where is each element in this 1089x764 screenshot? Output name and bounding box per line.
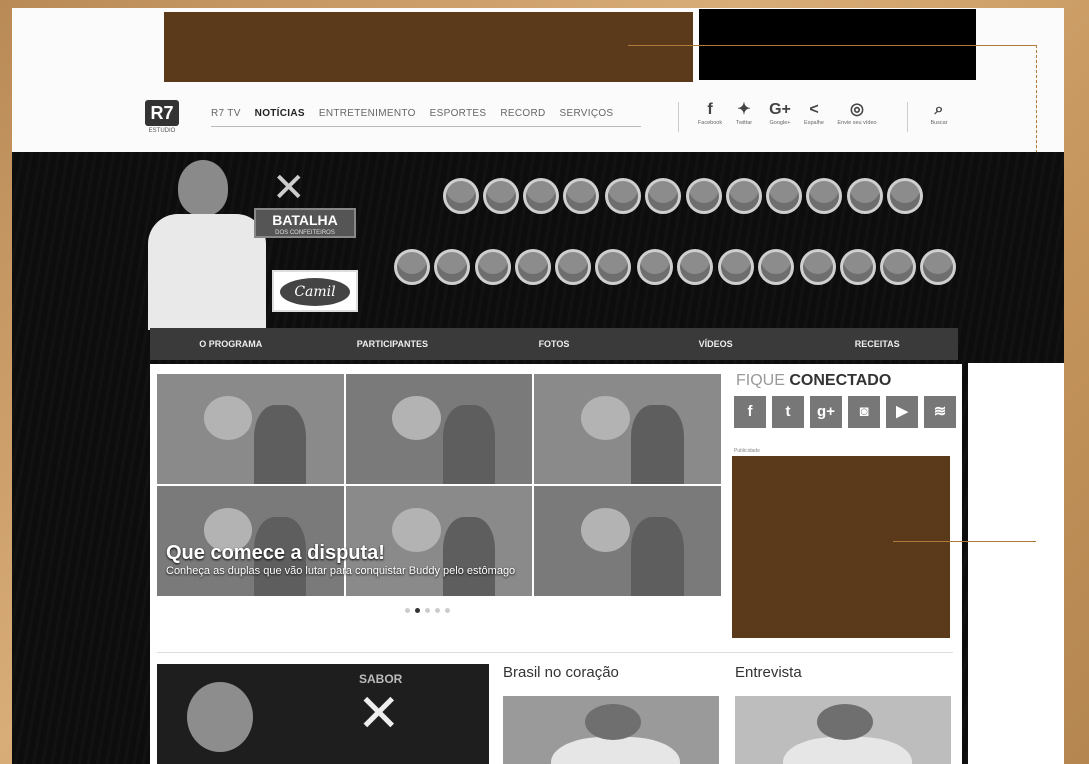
nav-link-entretenimento[interactable]: ENTRETENIMENTO: [319, 108, 416, 119]
nav-separator-2: [907, 102, 908, 132]
slider-dot[interactable]: [435, 608, 440, 613]
logo-subtitle: ESTUDIO: [148, 128, 176, 134]
contestant-avatar[interactable]: [637, 249, 673, 285]
contestant-avatar[interactable]: [394, 249, 430, 285]
video-icon: ◎: [850, 101, 864, 118]
tab-participantes[interactable]: PARTICIPANTES: [312, 328, 474, 360]
contestant-avatar[interactable]: [645, 178, 681, 214]
contestant-avatar[interactable]: [758, 249, 794, 285]
contestant-avatar[interactable]: [686, 178, 722, 214]
slider-photo: [157, 374, 344, 484]
slider-headline: Que comece a disputa!: [166, 542, 385, 564]
nav-link-r7tv[interactable]: R7 TV: [211, 108, 241, 119]
nav-links: R7 TV NOTÍCIAS ENTRETENIMENTO ESPORTES R…: [211, 108, 613, 119]
sponsor-name: Camil: [280, 278, 350, 306]
contestant-avatar[interactable]: [515, 249, 551, 285]
top-navigation: R7 ESTUDIO R7 TV NOTÍCIAS ENTRETENIMENTO…: [145, 98, 960, 140]
fique-conectado-heading: FIQUE CONECTADO: [736, 372, 892, 389]
nav-underline: [211, 126, 641, 127]
contestant-avatar[interactable]: [677, 249, 713, 285]
contestant-avatar[interactable]: [726, 178, 762, 214]
card-title: Brasil no coração: [503, 664, 619, 681]
slider-dot[interactable]: [445, 608, 450, 613]
slider-photo: [157, 486, 344, 596]
contestant-avatar[interactable]: [847, 178, 883, 214]
slider-subline: Conheça as duplas que vão lutar para con…: [166, 565, 516, 577]
ad-label: Publicidade: [734, 448, 760, 454]
section-navigation: O PROGRAMA PARTICIPANTES FOTOS VÍDEOS RE…: [150, 328, 958, 360]
show-logo[interactable]: ✕ BATALHA DOS CONFEITEIROS: [240, 168, 370, 258]
show-subtitle: DOS CONFEITEIROS: [275, 230, 335, 236]
sabor-badge: SABOR: [359, 672, 403, 686]
contestant-avatar[interactable]: [718, 249, 754, 285]
slider-caption[interactable]: Que comece a disputa! Conheça as duplas …: [166, 542, 515, 577]
contestant-avatar[interactable]: [595, 249, 631, 285]
guide-line-ad: [893, 541, 1036, 542]
youtube-icon[interactable]: ▶: [886, 396, 918, 428]
slider-photo: [534, 486, 721, 596]
nav-separator: [678, 102, 679, 132]
contestant-avatar[interactable]: [475, 249, 511, 285]
card-image: [503, 696, 719, 764]
tab-videos[interactable]: VÍDEOS: [635, 328, 797, 360]
top-banner-ad: [164, 12, 693, 82]
right-margin-panel: [968, 363, 1064, 764]
contestant-avatar[interactable]: [806, 178, 842, 214]
slider-pagination: [405, 608, 450, 613]
slider-photo: [345, 374, 533, 484]
card-title: Entrevista: [735, 664, 802, 681]
divider: [157, 652, 953, 653]
googleplus-icon[interactable]: g+: [810, 396, 842, 428]
share-button[interactable]: < Espalhe: [792, 100, 836, 126]
contestant-avatar[interactable]: [483, 178, 519, 214]
rss-icon[interactable]: ≋: [924, 396, 956, 428]
contestant-avatar[interactable]: [880, 249, 916, 285]
tab-fotos[interactable]: FOTOS: [473, 328, 635, 360]
twitter-icon[interactable]: t: [772, 396, 804, 428]
card-image: [735, 696, 951, 764]
contestant-avatar[interactable]: [523, 178, 559, 214]
crossed-forks-icon: ✕: [272, 166, 306, 210]
contestant-avatar[interactable]: [555, 249, 591, 285]
search-button[interactable]: ⌕ Buscar: [917, 100, 961, 126]
guide-line-top: [628, 45, 1036, 46]
slider-dot-active[interactable]: [415, 608, 420, 613]
tab-o-programa[interactable]: O PROGRAMA: [150, 328, 312, 360]
share-icon: <: [809, 101, 819, 118]
sponsor-logo[interactable]: Camil: [272, 270, 358, 312]
card-brasil-no-coracao[interactable]: Brasil no coração: [503, 664, 719, 764]
card-entrevista[interactable]: Entrevista: [735, 664, 951, 764]
facebook-icon[interactable]: f: [734, 396, 766, 428]
contestant-avatar[interactable]: [434, 249, 470, 285]
contestant-avatar[interactable]: [443, 178, 479, 214]
contestant-avatar[interactable]: [920, 249, 956, 285]
nav-link-record[interactable]: RECORD: [500, 108, 545, 119]
contestant-avatar[interactable]: [605, 178, 641, 214]
tab-receitas[interactable]: RECEITAS: [796, 328, 958, 360]
slider-photo: [534, 374, 721, 484]
contestant-avatar[interactable]: [766, 178, 802, 214]
social-buttons: f t g+ ◙ ▶ ≋: [734, 396, 956, 428]
sidebar-ad: [732, 456, 950, 638]
contestant-avatar[interactable]: [800, 249, 836, 285]
nav-link-noticias[interactable]: NOTÍCIAS: [255, 108, 305, 119]
send-video-button[interactable]: ◎ Envie seu vídeo: [835, 100, 879, 126]
crossed-utensils-icon: ✕: [357, 685, 401, 743]
nav-link-esportes[interactable]: ESPORTES: [430, 108, 487, 119]
instagram-icon[interactable]: ◙: [848, 396, 880, 428]
r7-logo[interactable]: R7: [145, 100, 179, 126]
contestant-avatar[interactable]: [563, 178, 599, 214]
contestant-avatar[interactable]: [887, 178, 923, 214]
featured-video-thumb[interactable]: SABOR ✕: [157, 664, 489, 764]
slider-photo: [345, 486, 533, 596]
nav-link-servicos[interactable]: SERVIÇOS: [560, 108, 614, 119]
slider-dot[interactable]: [405, 608, 410, 613]
slider-dot[interactable]: [425, 608, 430, 613]
search-icon: ⌕: [934, 101, 944, 118]
main-content: Que comece a disputa! Conheça as duplas …: [150, 364, 962, 764]
contestant-avatar[interactable]: [840, 249, 876, 285]
